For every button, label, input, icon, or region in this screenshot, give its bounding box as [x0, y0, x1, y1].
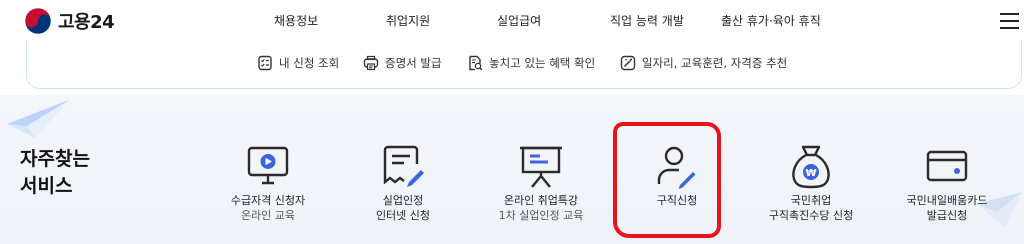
money-bag-icon: ₩	[792, 145, 830, 189]
service-job-promotion-allowance[interactable]: ₩ 국민취업 구직촉진수당 신청	[746, 142, 876, 223]
paper-plane-icon	[7, 100, 69, 138]
nav-unemployment-benefit[interactable]: 실업급여	[497, 12, 541, 29]
service-sublabel: 온라인 교육	[240, 209, 296, 222]
service-learning-card[interactable]: 국민내일배움카드 발급신청	[882, 142, 1012, 223]
service-label: 실업인정	[382, 194, 424, 207]
checklist-icon	[258, 55, 272, 71]
service-label: 온라인 취업특강	[503, 194, 579, 207]
service-label: 수급자격 신청자	[230, 194, 306, 207]
svg-text:₩: ₩	[805, 168, 816, 179]
service-sublabel: 1차 실업인정 교육	[498, 209, 584, 222]
magic-wand-icon	[620, 55, 636, 71]
service-job-seeking-application[interactable]: 구직신청	[612, 142, 742, 208]
service-online-lecture[interactable]: 온라인 취업특강 1차 실업인정 교육	[476, 142, 606, 223]
hamburger-menu-icon[interactable]	[1000, 13, 1019, 30]
nav-vocational-training[interactable]: 직업 능력 개발	[610, 12, 684, 29]
nav-job-info[interactable]: 채용정보	[274, 12, 318, 29]
presentation-board-icon	[520, 146, 562, 188]
quick-link-my-applications[interactable]: 내 신청 조회	[257, 55, 339, 71]
service-online-education[interactable]: 수급자격 신청자 온라인 교육	[203, 142, 333, 223]
quick-link-label: 놓치고 있는 혜택 확인	[489, 56, 596, 70]
quick-link-label: 일자리, 교육훈련, 자격증 추천	[642, 56, 788, 70]
logo-text: 고용24	[58, 12, 115, 33]
nav-employment-support[interactable]: 취업지원	[386, 12, 430, 29]
service-sublabel: 발급신청	[926, 209, 968, 222]
quick-link-label: 내 신청 조회	[279, 56, 340, 70]
service-label: 국민내일배움카드	[906, 194, 988, 207]
printer-icon	[363, 55, 379, 71]
quick-link-label: 증명서 발급	[385, 56, 442, 70]
service-sublabel: 구직촉진수당 신청	[768, 209, 854, 222]
nav-maternity-parental-leave[interactable]: 출산 휴가·육아 휴직	[721, 12, 821, 29]
person-pen-icon	[657, 146, 696, 189]
quick-link-missed-benefits[interactable]: 놓치고 있는 혜택 확인	[467, 55, 595, 71]
credit-card-icon	[926, 150, 968, 182]
service-sublabel: 인터넷 신청	[375, 209, 431, 222]
service-label: 국민취업	[790, 194, 832, 207]
taegeuk-logo-icon	[24, 7, 52, 35]
logo[interactable]: 고용24	[24, 7, 115, 35]
section-title: 자주찾는 서비스	[20, 148, 90, 197]
document-search-icon	[469, 55, 483, 71]
video-monitor-icon	[247, 146, 289, 185]
service-label: 구직신청	[656, 194, 698, 207]
quick-link-certificate[interactable]: 증명서 발급	[363, 55, 442, 71]
service-unemployment-recognition[interactable]: 실업인정 인터넷 신청	[338, 142, 468, 223]
form-pen-icon	[383, 145, 424, 187]
top-header: 고용24 채용정보 취업지원 실업급여 직업 능력 개발 출산 휴가·육아 휴직	[0, 0, 1024, 44]
quick-link-recommendations[interactable]: 일자리, 교육훈련, 자격증 추천	[620, 55, 787, 71]
